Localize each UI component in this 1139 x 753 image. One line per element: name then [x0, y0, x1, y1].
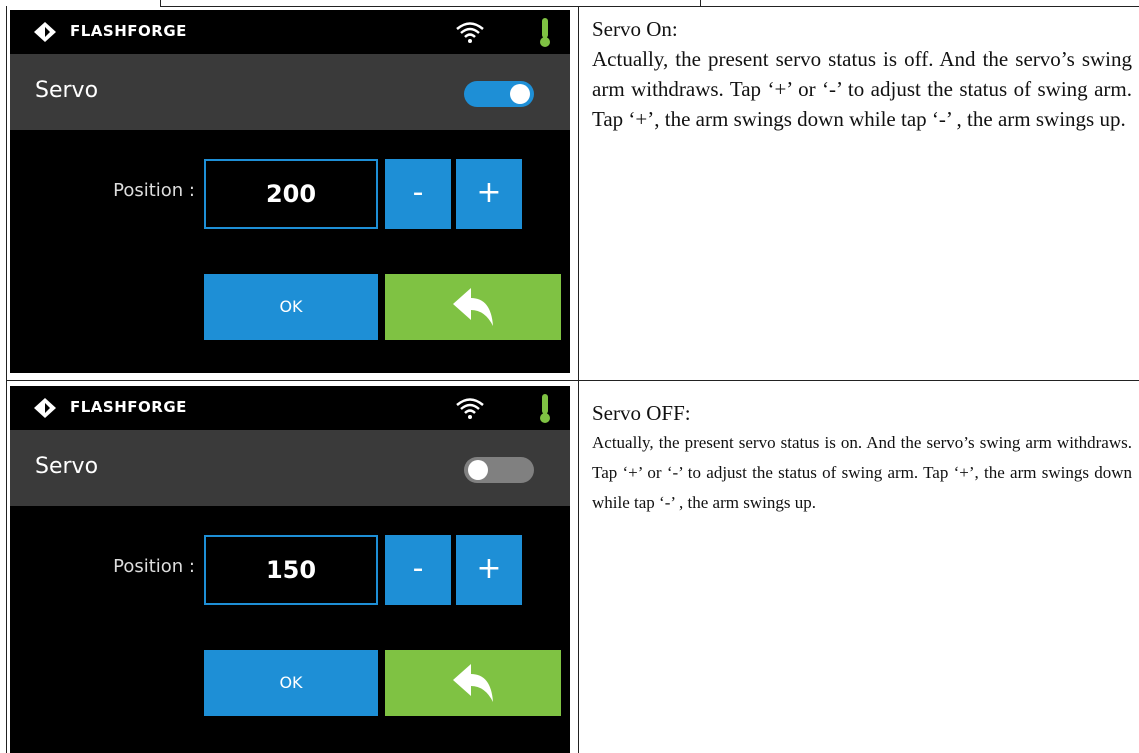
back-arrow-icon: [453, 664, 493, 702]
position-label: Position :: [113, 180, 195, 201]
flashforge-logo-icon: [34, 398, 56, 418]
position-value-field[interactable]: 150: [204, 535, 378, 605]
position-value-field[interactable]: 200: [204, 159, 378, 229]
thermometer-icon: [540, 394, 550, 423]
back-button[interactable]: [385, 650, 561, 716]
description-heading: Servo OFF:: [592, 401, 691, 425]
decrease-button[interactable]: -: [385, 159, 451, 229]
servo-toggle[interactable]: [464, 81, 534, 107]
thermometer-icon: [540, 18, 550, 47]
description-servo-off: Servo OFF: Actually, the present servo s…: [592, 398, 1132, 518]
decrease-button[interactable]: -: [385, 535, 451, 605]
printer-screen-servo-off: FLASHFORGE Servo Position : 150 - + OK: [10, 386, 570, 753]
brand-name: FLASHFORGE: [70, 398, 187, 416]
increase-button[interactable]: +: [456, 535, 522, 605]
servo-toggle[interactable]: [464, 457, 534, 483]
printer-screen-servo-on: FLASHFORGE Servo Position : 200 - + OK: [10, 10, 570, 373]
ok-button[interactable]: OK: [204, 650, 378, 716]
back-button[interactable]: [385, 274, 561, 340]
page-title: Servo: [35, 454, 99, 479]
title-bar: Servo: [10, 430, 570, 506]
ok-button[interactable]: OK: [204, 274, 378, 340]
status-bar: FLASHFORGE: [10, 10, 570, 54]
brand-name: FLASHFORGE: [70, 22, 187, 40]
position-label: Position :: [113, 556, 195, 577]
description-servo-on: Servo On: Actually, the present servo st…: [592, 14, 1132, 134]
wifi-icon: [456, 22, 484, 43]
table-top-tick-right: [700, 0, 701, 7]
page-title: Servo: [35, 78, 99, 103]
description-text: Actually, the present servo status is on…: [592, 433, 1132, 512]
table-top-tick-left: [160, 0, 161, 7]
flashforge-logo-icon: [34, 22, 56, 42]
description-heading: Servo On:: [592, 17, 678, 41]
status-bar: FLASHFORGE: [10, 386, 570, 430]
wifi-icon: [456, 398, 484, 419]
title-bar: Servo: [10, 54, 570, 130]
toggle-knob: [468, 460, 488, 480]
back-arrow-icon: [453, 288, 493, 326]
description-text: Actually, the present servo status is of…: [592, 47, 1132, 131]
increase-button[interactable]: +: [456, 159, 522, 229]
table-row-divider: [6, 380, 1139, 381]
toggle-knob: [510, 84, 530, 104]
table-top-rule: [160, 6, 1139, 7]
